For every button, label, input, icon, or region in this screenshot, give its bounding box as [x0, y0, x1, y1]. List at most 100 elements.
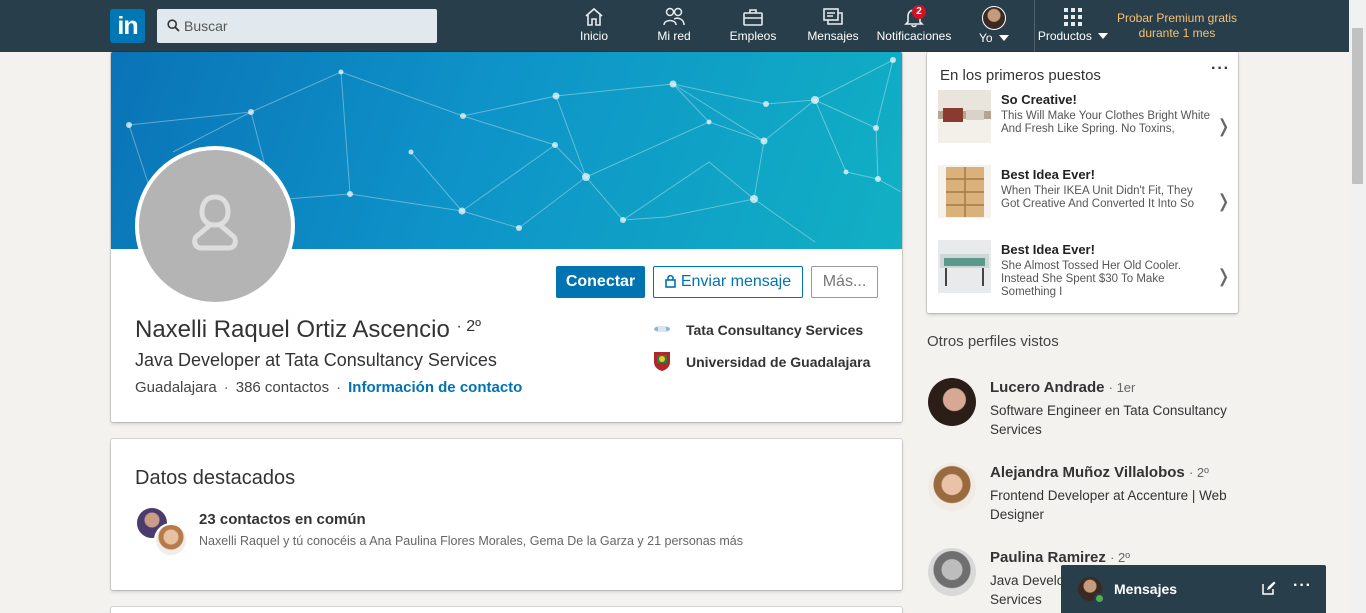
caret-down-icon	[998, 35, 1009, 41]
lock-icon	[665, 274, 676, 288]
separator-dot: ·	[336, 379, 342, 396]
experience-school[interactable]: Universidad de Guadalajara	[653, 352, 871, 371]
profile-location: Guadalajara	[135, 379, 217, 396]
connect-button[interactable]: Conectar	[556, 266, 645, 298]
profile-card: Conectar Enviar mensaje Más... Naxelli R…	[111, 52, 902, 422]
person-degree: · 2º	[1110, 550, 1130, 565]
chevron-right-icon: ❭	[1216, 191, 1232, 211]
person-name: Lucero Andrade	[990, 379, 1105, 396]
person-name: Paulina Ramirez	[990, 549, 1106, 566]
person-name-row: Alejandra Muñoz Villalobos · 2º	[990, 464, 1209, 481]
nav-label-notificaciones: Notificaciones	[876, 29, 952, 43]
promoted-thumbnail	[938, 165, 991, 218]
briefcase-icon	[743, 9, 763, 26]
person-degree: · 2º	[1188, 465, 1209, 480]
promoted-item-text: She Almost Tossed Her Old Cooler. Instea…	[1001, 260, 1182, 298]
university-crest-icon	[654, 352, 670, 371]
nav-label-productos-wrap: Productos	[1036, 29, 1110, 43]
nav-label-mensajes: Mensajes	[807, 29, 859, 43]
search-icon	[167, 19, 180, 32]
nav-yo[interactable]: Yo	[974, 6, 1014, 50]
send-message-label: Enviar mensaje	[680, 273, 792, 290]
person-name-row: Paulina Ramirez · 2º	[990, 549, 1130, 566]
nav-label-inicio: Inicio	[579, 29, 608, 43]
send-message-button[interactable]: Enviar mensaje	[653, 266, 803, 298]
nav-label-yo: Yo	[979, 31, 993, 45]
separator-dot: ·	[223, 379, 229, 396]
messaging-label: Mensajes	[1114, 581, 1178, 597]
search-box[interactable]	[157, 9, 437, 43]
profile-headline: Java Developer at Tata Consultancy Servi…	[135, 350, 497, 370]
search-input[interactable]	[184, 9, 429, 43]
network-icon	[663, 7, 685, 26]
person-degree: · 1er	[1108, 380, 1136, 395]
promoted-item-text: When Their IKEA Unit Didn't Fit, They Go…	[1001, 185, 1195, 210]
promoted-item[interactable]: Best Idea Ever! When Their IKEA Unit Did…	[938, 165, 1232, 225]
chevron-right-icon: ❭	[1216, 116, 1232, 136]
promoted-item-title: So Creative!	[1001, 92, 1077, 107]
person-name: Alejandra Muñoz Villalobos	[990, 464, 1185, 481]
connection-degree-value: 2º	[466, 318, 482, 335]
promoted-title: En los primeros puestos	[940, 67, 1101, 84]
more-options-icon[interactable]: ···	[1211, 60, 1230, 78]
shelf-image	[946, 167, 984, 217]
promoted-thumbnail	[938, 240, 991, 293]
connection-degree: · 2º	[456, 318, 482, 335]
viewed-profile-item[interactable]: Lucero Andrade · 1er Software Engineer e…	[928, 378, 1238, 458]
nav-label-mi-red: Mi red	[657, 29, 691, 43]
more-button[interactable]: Más...	[811, 266, 878, 298]
mutual-connections-count[interactable]: 23 contactos en común	[199, 511, 366, 528]
highlights-card: Datos destacados 23 contactos en común N…	[111, 439, 902, 590]
promoted-item-title: Best Idea Ever!	[1001, 167, 1095, 182]
grid-icon	[1064, 8, 1082, 26]
nav-divider	[1034, 0, 1035, 52]
experience-company[interactable]: Tata Consultancy Services	[653, 322, 863, 338]
promoted-item[interactable]: So Creative! This Will Make Your Clothes…	[938, 90, 1232, 150]
profile-connections[interactable]: 386 contactos	[236, 379, 329, 396]
online-status-dot	[1094, 593, 1105, 604]
home-icon	[585, 7, 603, 26]
compose-icon[interactable]	[1262, 581, 1276, 595]
nav-label-empleos: Empleos	[729, 29, 777, 43]
promoted-thumbnail	[938, 90, 991, 143]
viewed-profile-item[interactable]: Alejandra Muñoz Villalobos · 2º Frontend…	[928, 463, 1238, 543]
person-placeholder-icon	[192, 194, 238, 251]
mutual-connections-desc: Naxelli Raquel y tú conocéis a Ana Pauli…	[199, 534, 744, 548]
premium-line-2: durante 1 mes	[1138, 26, 1216, 40]
messaging-options-icon[interactable]: ···	[1293, 577, 1312, 595]
others-viewed-title: Otros perfiles vistos	[927, 333, 1059, 350]
premium-line-1: Probar Premium gratis	[1116, 11, 1238, 25]
profile-name: Naxelli Raquel Ortiz Ascencio	[135, 316, 450, 343]
person-avatar	[928, 378, 976, 426]
cooler-table-image	[940, 254, 989, 286]
user-avatar	[982, 6, 1006, 30]
experience-school-name: Universidad de Guadalajara	[686, 354, 871, 370]
scrollbar-thumb[interactable]	[1352, 28, 1363, 184]
profile-meta: Guadalajara · 386 contactos · Información de…	[135, 379, 522, 396]
messaging-bar[interactable]: Mensajes ···	[1061, 565, 1326, 613]
experience-company-name: Tata Consultancy Services	[686, 322, 864, 338]
caret-down-icon	[1098, 33, 1109, 39]
nav-empleos[interactable]: Empleos	[726, 6, 780, 50]
chevron-right-icon: ❭	[1216, 266, 1232, 286]
promoted-item[interactable]: Best Idea Ever! She Almost Tossed Her Ol…	[938, 240, 1232, 300]
contact-info-link[interactable]: Información de contacto	[348, 379, 522, 396]
person-avatar	[928, 548, 976, 596]
nav-inicio[interactable]: Inicio	[570, 6, 618, 50]
notification-badge: 2	[912, 5, 926, 19]
person-title: Frontend Developer at Accenture | Web De…	[990, 488, 1227, 522]
tcs-logo-icon	[654, 326, 670, 332]
nav-mensajes[interactable]: Mensajes	[806, 6, 860, 50]
nav-productos[interactable]: Productos	[1036, 6, 1110, 50]
linkedin-logo[interactable]: in	[110, 9, 145, 43]
premium-trial-link[interactable]: Probar Premium gratis durante 1 mes	[1110, 11, 1244, 41]
mutual-avatar[interactable]	[154, 523, 188, 557]
nav-mi-red[interactable]: Mi red	[645, 6, 703, 50]
promoted-item-title: Best Idea Ever!	[1001, 242, 1095, 257]
nav-label-productos: Productos	[1037, 29, 1092, 43]
nav-notificaciones[interactable]: 2 Notificaciones	[874, 5, 954, 50]
laundry-image	[943, 108, 984, 122]
promoted-item-text: This Will Make Your Clothes Bright White…	[1001, 110, 1210, 135]
next-section-card	[111, 607, 902, 613]
profile-photo[interactable]	[135, 146, 295, 306]
